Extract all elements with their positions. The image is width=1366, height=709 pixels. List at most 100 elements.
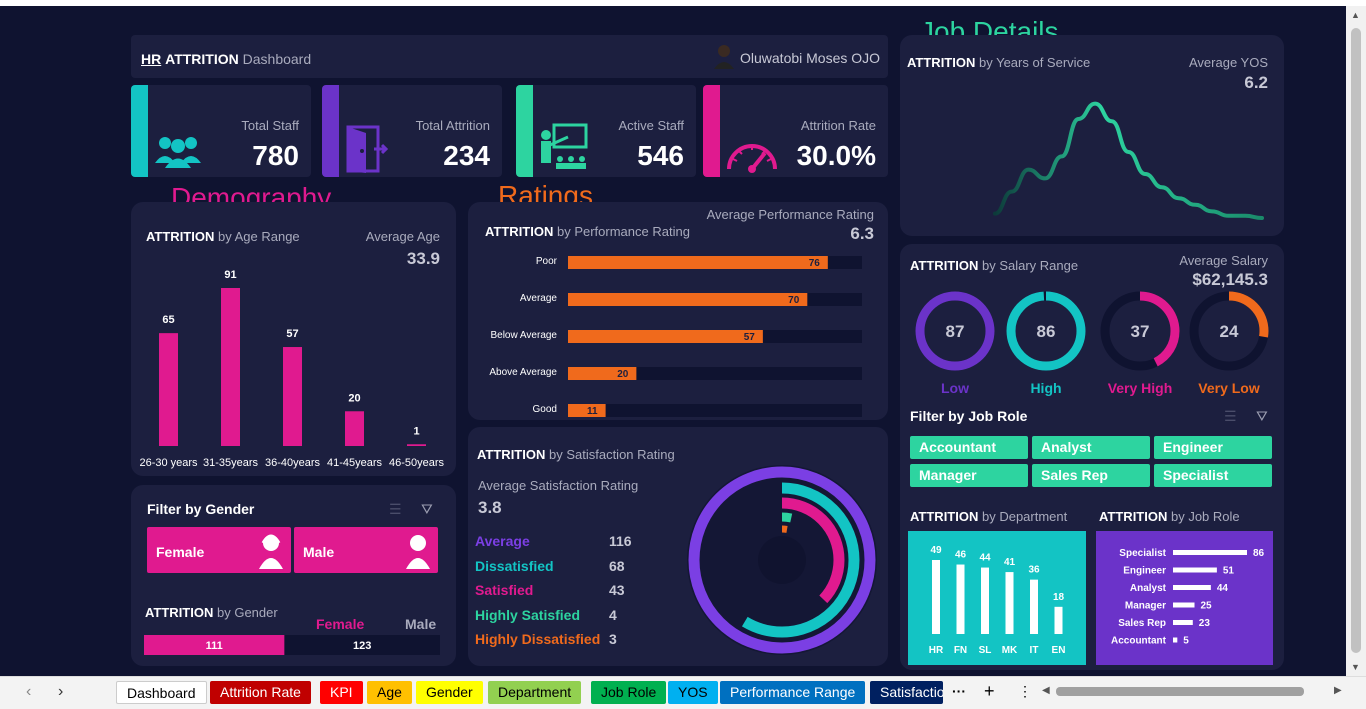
- age-tick-label: 36-40years: [265, 457, 321, 469]
- kpi-accent-bar: [703, 85, 720, 177]
- kpi-label: Attrition Rate: [800, 118, 876, 133]
- satisfaction-card: ATTRITION by Satisfaction Rating Average…: [468, 427, 888, 666]
- performance-category-label: Average: [520, 293, 558, 304]
- department-bar: [981, 567, 989, 634]
- kpi-value: 234: [443, 140, 490, 171]
- job-role-bar-value: 25: [1201, 601, 1213, 612]
- salary-donut-value: 24: [1220, 322, 1239, 341]
- sheet-tab-department[interactable]: Department: [488, 681, 582, 704]
- age-tick-label: 41-45years: [327, 457, 383, 469]
- horizontal-scrollbar[interactable]: ◀ ▶: [1042, 685, 1346, 699]
- performance-bar: [568, 330, 763, 343]
- job-role-button-engineer[interactable]: Engineer: [1154, 436, 1272, 459]
- male-icon: [404, 533, 432, 572]
- vertical-scrollbar[interactable]: ▲ ▼: [1346, 6, 1366, 676]
- gender-male-label: Male: [405, 616, 437, 632]
- sheet-tab-job-role[interactable]: Job Role: [591, 681, 667, 704]
- gender-button-label: Female: [156, 544, 205, 560]
- sheet-tab-performance-range[interactable]: Performance Range: [720, 681, 866, 704]
- age-bar-chart: 65 26-30 years 91 31-35years 57 36-40years 20 4…: [139, 269, 444, 469]
- scroll-left-arrow-icon[interactable]: ◀: [1042, 685, 1050, 696]
- title-attrition: ATTRITION: [165, 51, 239, 67]
- title-rest: by Gender: [216, 605, 278, 620]
- job-role-category-label: Sales Rep: [1118, 618, 1166, 629]
- gender-female-label: Female: [316, 616, 365, 632]
- more-sheets-icon[interactable]: ···: [952, 683, 966, 699]
- sheet-tab-satisfactio[interactable]: Satisfactio: [870, 681, 943, 704]
- satisfaction-center: [758, 536, 806, 584]
- performance-bar-value: 20: [617, 369, 629, 380]
- clear-filter-icon[interactable]: ⛛: [421, 501, 433, 518]
- vertical-scroll-thumb[interactable]: [1351, 28, 1361, 653]
- scroll-up-arrow-icon[interactable]: ▲: [1351, 10, 1360, 20]
- scroll-right-arrow-icon[interactable]: ▶: [1334, 685, 1342, 696]
- sheet-tab-kpi[interactable]: KPI: [320, 681, 363, 704]
- job-role-button-analyst[interactable]: Analyst: [1032, 436, 1150, 459]
- scroll-down-arrow-icon[interactable]: ▼: [1351, 662, 1360, 672]
- title-dashboard: Dashboard: [242, 51, 312, 67]
- add-sheet-icon[interactable]: +: [984, 681, 995, 702]
- exit-door-icon: [344, 125, 389, 177]
- job-role-category-label: Accountant: [1111, 636, 1167, 647]
- performance-category-label: Below Average: [490, 330, 557, 341]
- sheet-tab-age[interactable]: Age: [367, 681, 412, 704]
- gender-button-female[interactable]: Female: [147, 527, 291, 573]
- job-role-button-accountant[interactable]: Accountant: [910, 436, 1028, 459]
- horizontal-scroll-thumb[interactable]: [1056, 687, 1304, 696]
- title-bold: ATTRITION: [145, 605, 214, 620]
- multi-select-icon[interactable]: ☰: [1224, 408, 1237, 425]
- sheet-tab-dashboard[interactable]: Dashboard: [116, 681, 207, 704]
- age-bar-value: 91: [224, 269, 236, 281]
- salary-donut-label: Low: [941, 380, 969, 396]
- gender-filter-title: Filter by Gender: [147, 501, 255, 517]
- gender-button-male[interactable]: Male: [294, 527, 438, 573]
- department-bar: [1030, 579, 1038, 634]
- department-tick-label: MK: [1002, 645, 1018, 656]
- performance-category-label: Above Average: [489, 367, 557, 378]
- yos-card: ATTRITION by Years of Service Average YO…: [900, 35, 1284, 236]
- performance-bar: [568, 293, 808, 306]
- salary-donut-label: Very High: [1108, 380, 1173, 396]
- job-role-button-manager[interactable]: Manager: [910, 464, 1028, 487]
- age-bar-value: 57: [286, 328, 298, 340]
- age-bar: [283, 347, 302, 446]
- age-card: ATTRITION by Age Range Average Age 33.9 …: [131, 202, 456, 476]
- job-role-button-specialist[interactable]: Specialist: [1154, 464, 1272, 487]
- department-bar: [1054, 606, 1063, 634]
- performance-category-label: Good: [533, 404, 557, 415]
- header-card: HR ATTRITION Dashboard Oluwatobi Moses O…: [131, 35, 888, 78]
- job-role-bar-value: 44: [1217, 583, 1229, 594]
- multi-select-icon[interactable]: ☰: [389, 501, 402, 518]
- sheet-area: HR ATTRITION Dashboard Oluwatobi Moses O…: [0, 0, 1366, 676]
- female-icon: [257, 533, 285, 572]
- author-name: Oluwatobi Moses OJO: [740, 50, 881, 66]
- kpi-total-attrition: Total Attrition 234: [322, 85, 502, 177]
- sheet-tab-gender[interactable]: Gender: [416, 681, 483, 704]
- avatar: [712, 43, 736, 69]
- gauge-icon: [725, 137, 779, 177]
- job-details-card: ATTRITION by Salary Range Average Salary…: [900, 244, 1284, 670]
- department-bar-value: 44: [979, 553, 991, 564]
- kpi-label: Active Staff: [618, 118, 684, 133]
- yos-line-chart: [993, 101, 1264, 220]
- performance-bar-chart: 76 Poor 70 Average 57 Below Average 20 Above Av…: [489, 256, 862, 417]
- department-tick-label: IT: [1030, 645, 1039, 656]
- job-role-bar-chart: 86 Specialist 51 Engineer 44 Analyst 25 Manager…: [1096, 531, 1273, 665]
- department-bar: [956, 564, 965, 634]
- job-role-chart-title: ATTRITION by Job Role: [1099, 509, 1240, 524]
- job-role-bar-value: 23: [1199, 618, 1211, 629]
- job-role-button-sales-rep[interactable]: Sales Rep: [1032, 464, 1150, 487]
- title-bold: ATTRITION: [1099, 509, 1168, 524]
- performance-bar-value: 76: [809, 258, 821, 269]
- sheet-options-icon[interactable]: ⋮: [1018, 683, 1032, 700]
- sheet-tab-attrition-rate[interactable]: Attrition Rate: [210, 681, 311, 704]
- prev-sheet-arrow-icon[interactable]: ‹: [26, 683, 31, 701]
- department-bar-value: 18: [1053, 592, 1065, 603]
- sheet-tab-yos[interactable]: YOS: [668, 681, 718, 704]
- next-sheet-arrow-icon[interactable]: ›: [58, 683, 63, 701]
- title-bold: ATTRITION: [910, 509, 979, 524]
- yos-line: [993, 101, 1264, 220]
- clear-filter-icon[interactable]: ⛛: [1256, 408, 1268, 425]
- performance-category-label: Poor: [536, 256, 558, 267]
- kpi-label: Total Staff: [241, 118, 299, 133]
